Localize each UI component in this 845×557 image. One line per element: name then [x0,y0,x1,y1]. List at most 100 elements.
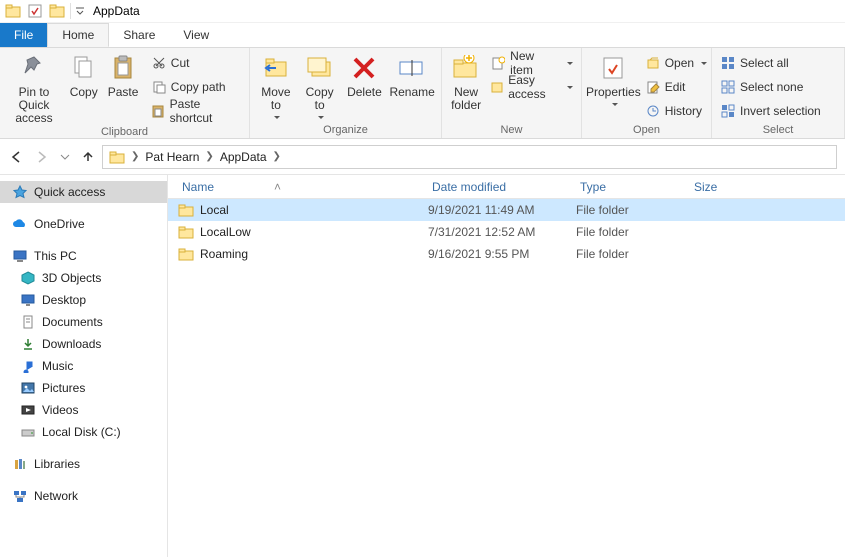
rename-button[interactable]: Rename [387,50,437,99]
open-icon [645,55,661,71]
column-size[interactable]: Size [690,180,770,194]
new-folder-button[interactable]: New folder [446,50,486,112]
folder-icon [178,247,194,261]
ribbon-tabs: File Home Share View [0,23,845,47]
group-select: Select all Select none Invert selection … [712,48,845,138]
move-to-button[interactable]: Move to [254,50,298,120]
copy-path-button[interactable]: Copy path [147,76,245,98]
column-type[interactable]: Type [576,180,690,194]
copy-to-button[interactable]: Copy to [298,50,342,120]
chevron-right-icon[interactable]: ❯ [201,151,217,162]
qat-folder-icon[interactable] [2,0,24,22]
recent-locations-button[interactable] [60,152,70,162]
sidebar-item-onedrive[interactable]: OneDrive [0,213,167,235]
network-icon [12,488,28,504]
forward-button[interactable] [34,149,50,165]
select-all-button[interactable]: Select all [716,52,825,74]
new-folder-icon [450,52,482,84]
sidebar-item-libraries[interactable]: Libraries [0,453,167,475]
breadcrumb-item[interactable]: AppData [218,150,269,164]
sidebar-item-local-disk[interactable]: Local Disk (C:) [0,421,167,443]
column-date[interactable]: Date modified [428,180,576,194]
pin-to-quick-access-button[interactable]: Pin to Quick access [4,50,64,125]
folder-icon [178,225,194,239]
folder-icon [178,203,194,217]
scissors-icon [151,55,167,71]
copy-to-icon [304,52,336,84]
address-folder-icon [107,149,127,165]
paste-button[interactable]: Paste [103,50,142,99]
tab-home[interactable]: Home [47,23,109,47]
download-icon [20,336,36,352]
column-headers[interactable]: Name ˄ Date modified Type Size [168,175,845,199]
sidebar-item-documents[interactable]: Documents [0,311,167,333]
table-row[interactable]: Local 9/19/2021 11:49 AM File folder [168,199,845,221]
rows-container: Local 9/19/2021 11:49 AM File folder Loc… [168,199,845,557]
table-row[interactable]: LocalLow 7/31/2021 12:52 AM File folder [168,221,845,243]
paste-shortcut-button[interactable]: Paste shortcut [147,100,245,122]
sidebar-item-network[interactable]: Network [0,485,167,507]
column-name[interactable]: Name [182,180,214,194]
qat-folder2-icon[interactable] [46,0,68,22]
nav-tree: Quick access OneDrive This PC 3D Objects… [0,175,168,557]
sort-indicator-icon: ˄ [274,180,281,194]
new-item-button[interactable]: New item [486,52,577,74]
sidebar-item-downloads[interactable]: Downloads [0,333,167,355]
tab-view[interactable]: View [169,23,223,47]
easy-access-icon [490,79,504,95]
group-organize: Move to Copy to Delete Rename O [250,48,442,138]
libraries-icon [12,456,28,472]
window-title: AppData [93,4,140,18]
sidebar-item-desktop[interactable]: Desktop [0,289,167,311]
separator [70,3,71,19]
new-item-icon [490,55,506,71]
edit-button[interactable]: Edit [641,76,711,98]
sidebar-item-videos[interactable]: Videos [0,399,167,421]
sidebar-item-quick-access[interactable]: Quick access [0,181,167,203]
invert-selection-button[interactable]: Invert selection [716,100,825,122]
up-button[interactable] [80,149,96,165]
easy-access-button[interactable]: Easy access [486,76,577,98]
sidebar-item-music[interactable]: Music [0,355,167,377]
cube-icon [20,270,36,286]
paste-shortcut-icon [151,103,166,119]
group-new: New folder New item Easy access New [442,48,582,138]
properties-button[interactable]: Properties [586,50,641,107]
drive-icon [20,424,36,440]
pc-icon [12,248,28,264]
ribbon: Pin to Quick access Copy Paste Cut [0,47,845,139]
delete-button[interactable]: Delete [342,50,388,99]
group-clipboard: Pin to Quick access Copy Paste Cut [0,48,250,138]
address-bar[interactable]: ❯ Pat Hearn ❯ AppData ❯ [102,145,837,169]
music-icon [20,358,36,374]
qat-customize-dropdown[interactable] [73,0,87,22]
chevron-right-icon[interactable]: ❯ [269,151,285,162]
move-to-icon [260,52,292,84]
sidebar-item-pictures[interactable]: Pictures [0,377,167,399]
select-none-icon [720,79,736,95]
rename-icon [396,52,428,84]
breadcrumb-item[interactable]: Pat Hearn [143,150,201,164]
edit-icon [645,79,661,95]
cut-button[interactable]: Cut [147,52,245,74]
quick-access-toolbar [2,0,87,22]
history-button[interactable]: History [641,100,711,122]
select-all-icon [720,55,736,71]
back-button[interactable] [8,149,24,165]
copy-path-icon [151,79,167,95]
videos-icon [20,402,36,418]
file-list: Name ˄ Date modified Type Size Local 9/19… [168,175,845,557]
qat-properties-icon[interactable] [24,0,46,22]
properties-icon [597,52,629,84]
sidebar-item-3d-objects[interactable]: 3D Objects [0,267,167,289]
chevron-right-icon[interactable]: ❯ [127,151,143,162]
pin-icon [18,52,50,84]
tab-share[interactable]: Share [109,23,169,47]
table-row[interactable]: Roaming 9/16/2021 9:55 PM File folder [168,243,845,265]
tab-file[interactable]: File [0,23,47,47]
copy-button[interactable]: Copy [64,50,103,99]
open-button[interactable]: Open [641,52,711,74]
select-none-button[interactable]: Select none [716,76,825,98]
sidebar-item-this-pc[interactable]: This PC [0,245,167,267]
desktop-icon [20,292,36,308]
